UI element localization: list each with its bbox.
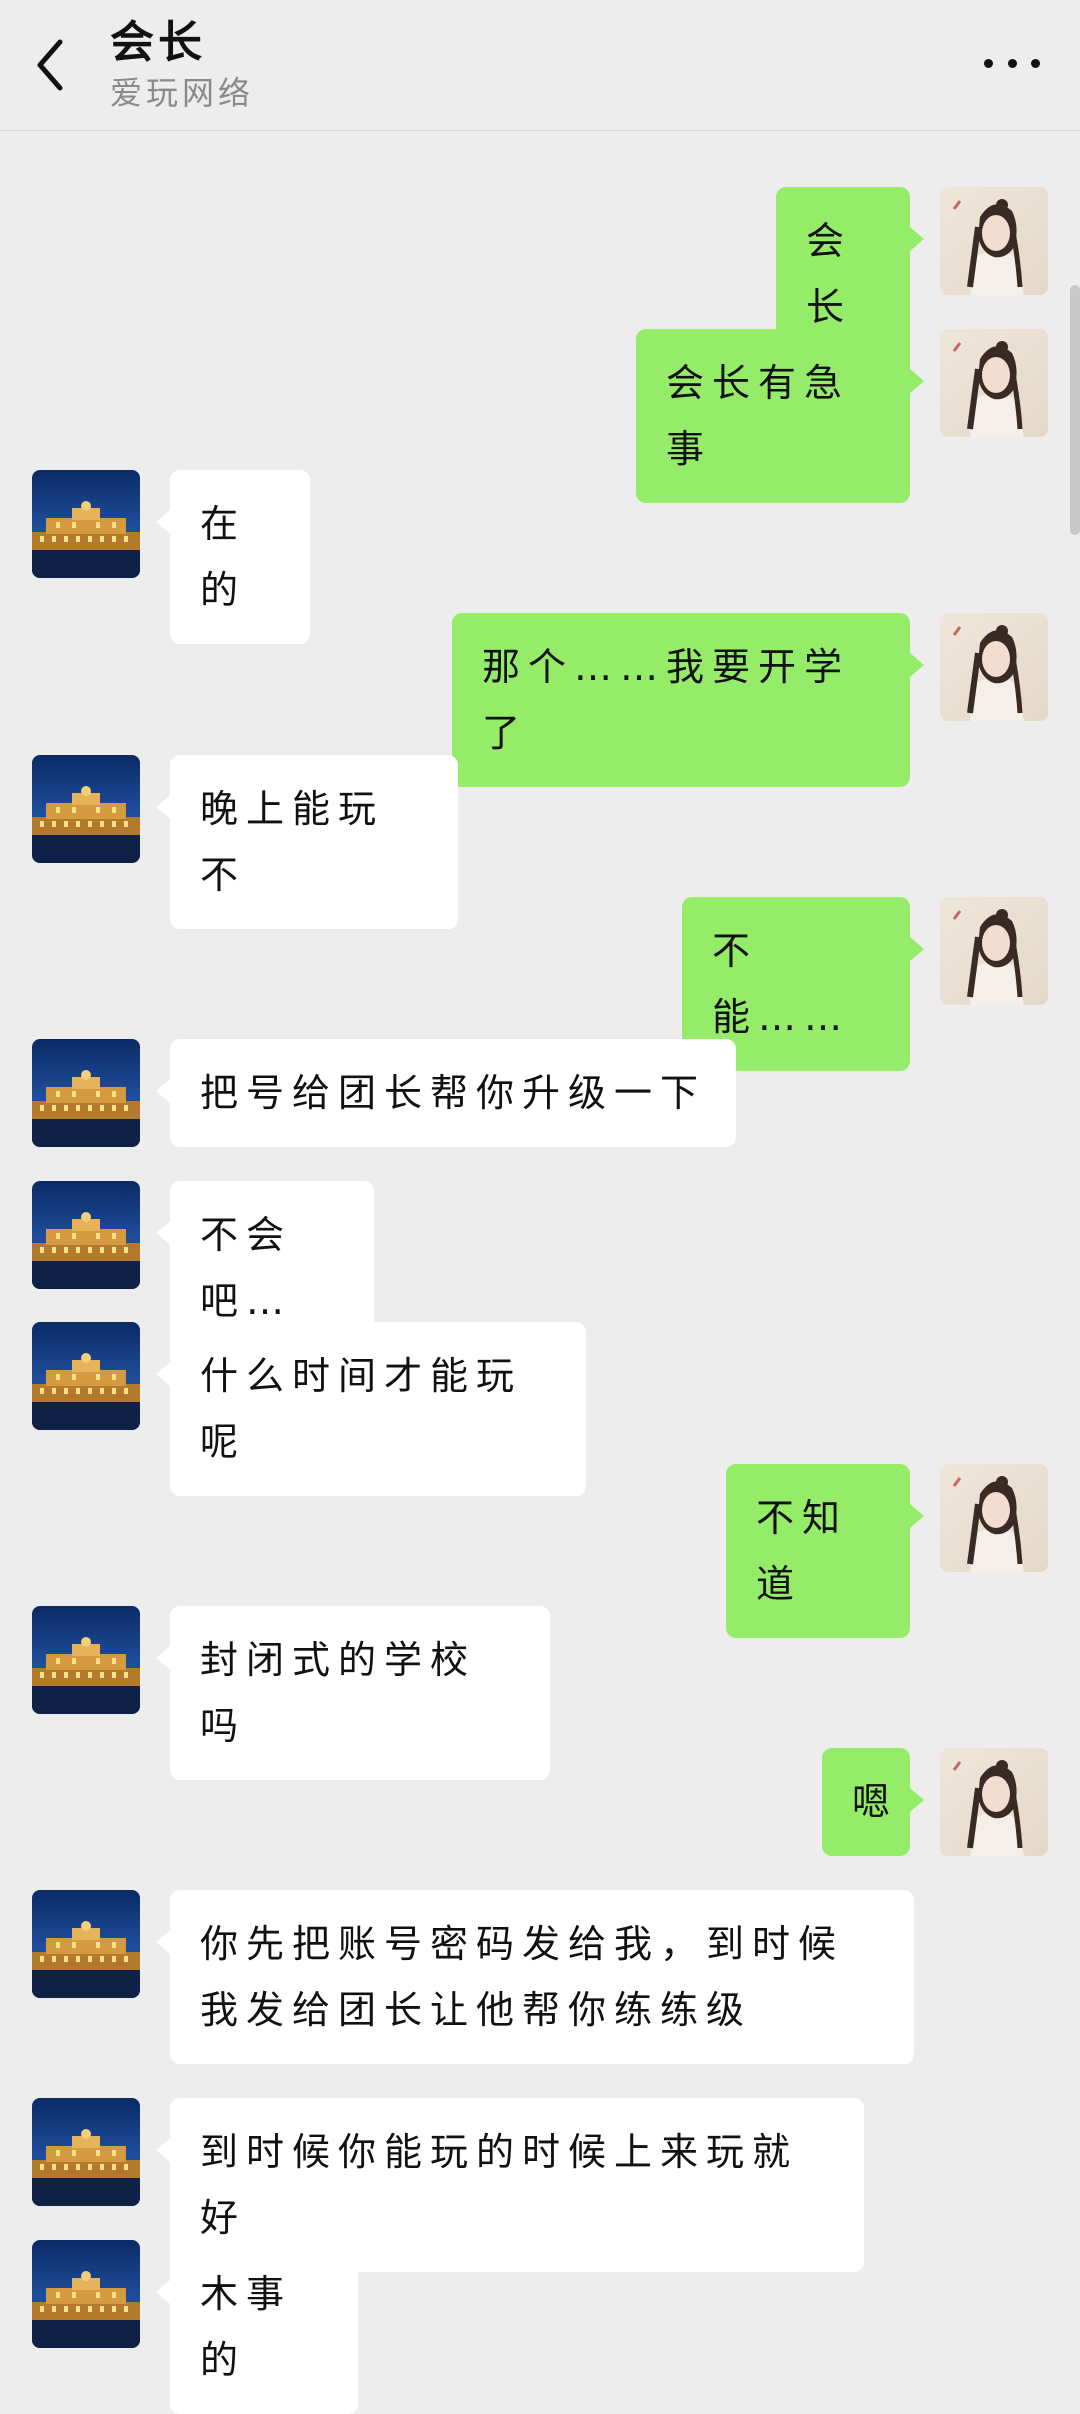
chat-header: 会长 爱玩网络 xyxy=(0,0,1080,131)
self-avatar[interactable] xyxy=(940,1464,1048,1572)
contact-avatar[interactable] xyxy=(32,2240,140,2348)
contact-avatar[interactable] xyxy=(32,1322,140,1430)
message-bubble[interactable]: 什么时间才能玩呢 xyxy=(156,1322,586,1496)
chat-subtitle: 爱玩网络 xyxy=(110,74,255,112)
message-bubble[interactable]: 那个……我要开学了 xyxy=(452,613,924,787)
message-bubble[interactable]: 不知道 xyxy=(726,1464,924,1638)
message-bubble[interactable]: 会长有急事 xyxy=(636,329,924,503)
self-avatar[interactable] xyxy=(940,1748,1048,1856)
back-icon[interactable] xyxy=(28,30,78,100)
self-avatar[interactable] xyxy=(940,897,1048,1005)
message-bubble[interactable]: 把号给团长帮你升级一下 xyxy=(156,1039,736,1147)
chat-title: 会长 xyxy=(110,17,206,68)
message-bubble[interactable]: 你先把账号密码发给我，到时候我发给团长让他帮你练练级 xyxy=(156,1890,914,2064)
contact-avatar[interactable] xyxy=(32,1039,140,1147)
contact-avatar[interactable] xyxy=(32,1890,140,1998)
message-bubble[interactable]: 晚上能玩不 xyxy=(156,755,458,929)
message-bubble[interactable]: 嗯 xyxy=(822,1748,924,1856)
self-avatar[interactable] xyxy=(940,187,1048,295)
message-bubble[interactable]: 封闭式的学校吗 xyxy=(156,1606,550,1780)
contact-avatar[interactable] xyxy=(32,755,140,863)
self-avatar[interactable] xyxy=(940,329,1048,437)
contact-avatar[interactable] xyxy=(32,1606,140,1714)
contact-avatar[interactable] xyxy=(32,470,140,578)
scrollbar[interactable] xyxy=(1070,285,1080,535)
contact-avatar[interactable] xyxy=(32,2098,140,2206)
contact-avatar[interactable] xyxy=(32,1181,140,1289)
message-bubble[interactable]: 在的 xyxy=(156,470,310,644)
message-bubble[interactable]: 木事的 xyxy=(156,2240,358,2414)
more-options-icon[interactable] xyxy=(984,56,1040,70)
self-avatar[interactable] xyxy=(940,613,1048,721)
